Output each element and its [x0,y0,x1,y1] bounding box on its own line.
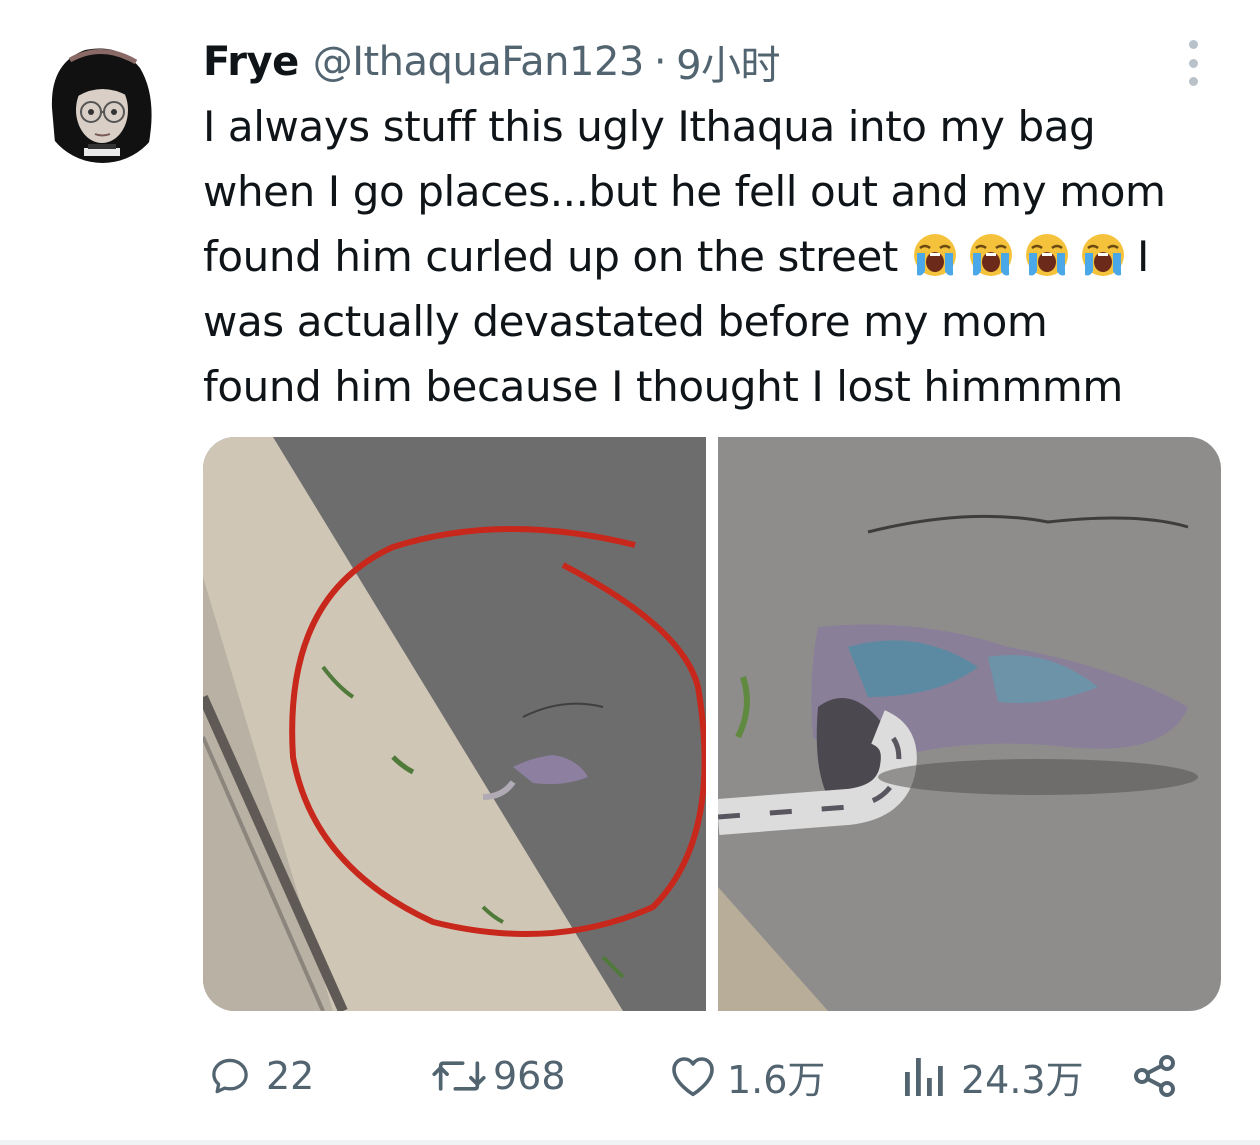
tweet-text: I always stuff this ugly Ithaqua into my… [203,94,1233,419]
heart-icon [672,1057,714,1097]
avatar-illustration [40,38,165,163]
views-button[interactable]: 24.3万 [903,1048,1084,1104]
closeup-photo [718,437,1221,1011]
reply-bubble-icon [212,1058,248,1094]
reply-count: 22 [266,1054,315,1098]
retweet-button[interactable]: 968 [431,1048,566,1104]
views-count: 24.3万 [961,1057,1084,1102]
like-button[interactable]: 1.6万 [669,1048,825,1104]
loudly-crying-face-icon [1081,234,1124,276]
tweet-text-segment: I [1136,232,1149,281]
loudly-crying-face-icon [913,234,956,276]
media-grid [203,437,1221,1011]
author-name[interactable]: Frye [203,39,299,85]
tweet-text-line: found him curled up on the street I [203,224,1233,289]
loudly-crying-face-icon [1025,234,1068,276]
action-bar: 22 968 1.6万 24.3万 [203,1048,1193,1104]
tweet[interactable]: Frye @IthaquaFan123 · 9小时 I always stuff… [0,0,1260,1145]
avatar[interactable] [40,38,165,163]
like-count: 1.6万 [727,1057,826,1102]
retweet-count: 968 [493,1054,566,1098]
timestamp[interactable]: 9小时 [676,33,780,91]
retweet-icon [432,1061,486,1091]
separator-dot: · [653,39,667,85]
tweet-text-segment: found him curled up on the street [203,232,898,281]
loudly-crying-face-icon [969,234,1012,276]
tweet-text-line: when I go places...but he fell out and m… [203,167,1166,216]
bar-chart-icon [905,1058,943,1096]
more-vertical-icon[interactable] [1178,40,1208,86]
tweet-text-line: was actually devastated before my mom [203,297,1048,346]
tweet-text-line: I always stuff this ugly Ithaqua into my… [203,102,1096,151]
divider [0,1140,1260,1145]
share-icon [1134,1055,1175,1097]
tweet-text-line: found him because I thought I lost himmm… [203,362,1123,411]
tweet-header: Frye @IthaquaFan123 · 9小时 [203,33,781,91]
author-handle[interactable]: @IthaquaFan123 [313,39,645,85]
photo-2[interactable] [718,437,1221,1011]
share-button[interactable] [1131,1048,1179,1104]
street-photo [203,437,706,1011]
photo-1[interactable] [203,437,706,1011]
reply-button[interactable]: 22 [208,1048,314,1104]
